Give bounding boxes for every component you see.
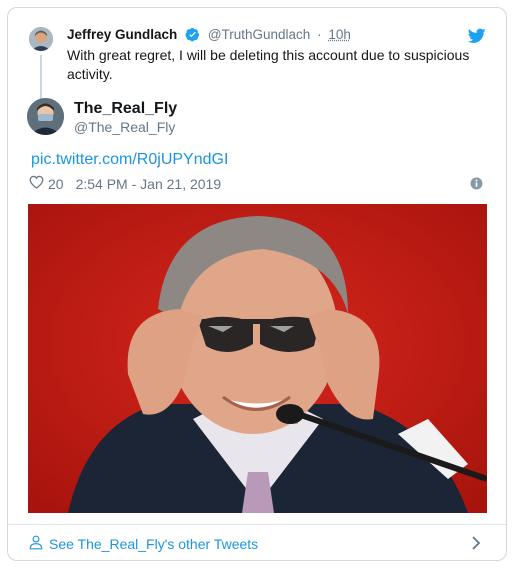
like-count[interactable]: 20: [48, 176, 64, 192]
author-avatar[interactable]: [27, 98, 64, 135]
thread-connector-line: [40, 55, 42, 99]
chevron-right-icon[interactable]: [470, 536, 482, 555]
header-separator: ·: [317, 27, 322, 42]
quoted-author-avatar[interactable]: [29, 27, 53, 51]
quoted-tweet-header: Jeffrey Gundlach @TruthGundlach · 10h: [67, 27, 351, 45]
person-icon: [29, 535, 43, 553]
tweet-pic-link[interactable]: pic.twitter.com/R0jUPYndGI: [31, 151, 228, 169]
tweet-photo[interactable]: [28, 204, 487, 513]
tweet-meta: 20 2:54 PM - Jan 21, 2019: [29, 175, 221, 192]
heart-icon[interactable]: [29, 175, 44, 192]
verified-badge-icon: [185, 27, 200, 45]
info-icon[interactable]: [470, 177, 483, 195]
photo-illustration: [28, 204, 487, 513]
quoted-author-name[interactable]: Jeffrey Gundlach: [67, 27, 177, 42]
quoted-author-handle[interactable]: @TruthGundlach: [208, 27, 311, 42]
tweet-timestamp[interactable]: 2:54 PM - Jan 21, 2019: [76, 176, 222, 192]
quoted-tweet-time[interactable]: 10h: [328, 27, 351, 42]
card-divider: [8, 524, 506, 525]
author-name[interactable]: The_Real_Fly: [74, 100, 177, 118]
quoted-tweet-text: With great regret, I will be deleting th…: [67, 47, 470, 82]
author-handle[interactable]: @The_Real_Fly: [74, 119, 175, 135]
other-tweets-link[interactable]: See The_Real_Fly's other Tweets: [29, 535, 258, 553]
other-tweets-label: See The_Real_Fly's other Tweets: [49, 536, 259, 552]
